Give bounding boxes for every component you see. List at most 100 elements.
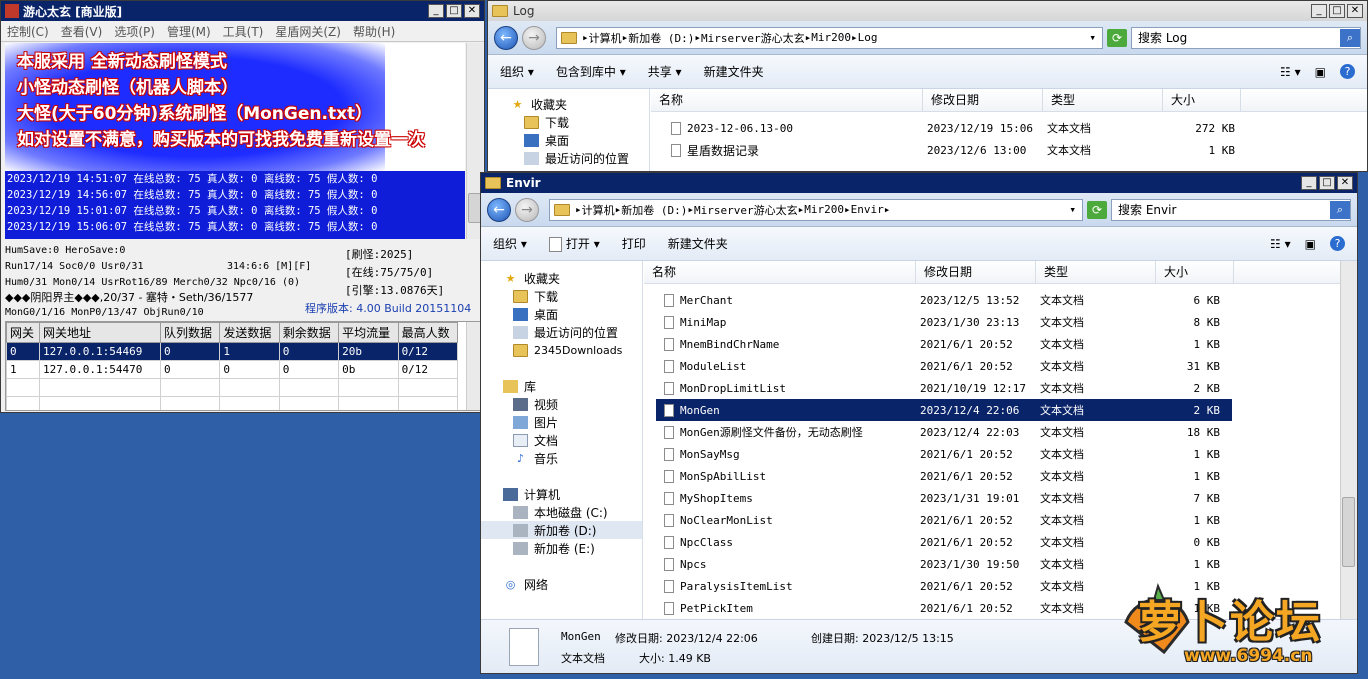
list-item[interactable]: MnemBindChrName 2021/6/1 20:52 文本文档 1 KB	[656, 333, 1232, 355]
organize-button[interactable]: 组织 ▾	[500, 63, 534, 80]
breadcrumb-item[interactable]: 计算机	[582, 202, 615, 218]
table-row[interactable]: 0 127.0.0.1:54469 0 1 0 20b 0/12	[6, 342, 459, 361]
help-icon[interactable]: ?	[1340, 64, 1355, 79]
menu-gateway[interactable]: 星盾网关(Z)	[269, 23, 347, 40]
open-button[interactable]: 打开 ▾	[548, 235, 600, 252]
nav-documents[interactable]: 文档	[481, 431, 642, 449]
menu-view[interactable]: 查看(V)	[55, 23, 109, 40]
list-item[interactable]: 星盾数据记录 2023/12/6 13:00 文本文档 1 KB	[651, 139, 1367, 161]
col-remain[interactable]: 剩余数据	[278, 322, 340, 343]
col-type[interactable]: 类型	[1043, 89, 1163, 111]
list-item[interactable]: MonSayMsg 2021/6/1 20:52 文本文档 1 KB	[656, 443, 1232, 465]
nav-videos[interactable]: 视频	[481, 395, 642, 413]
maximize-icon[interactable]: □	[1329, 4, 1345, 18]
back-icon[interactable]: ←	[487, 197, 511, 222]
minimize-icon[interactable]: _	[1301, 176, 1317, 190]
list-item[interactable]: ModuleList 2021/6/1 20:52 文本文档 31 KB	[656, 355, 1232, 377]
list-item[interactable]: MerChant 2023/12/5 13:52 文本文档 6 KB	[656, 289, 1232, 311]
table-row[interactable]	[6, 378, 459, 397]
new-folder-button[interactable]: 新建文件夹	[704, 63, 764, 80]
nav-downloads[interactable]: 下载	[481, 287, 642, 305]
list-item[interactable]: NpcClass 2021/6/1 20:52 文本文档 0 KB	[656, 531, 1232, 553]
preview-pane-icon[interactable]: ▣	[1315, 65, 1326, 79]
view-options-icon[interactable]: ☷ ▾	[1280, 65, 1301, 79]
list-item[interactable]: MonGen 2023/12/4 22:06 文本文档 2 KB	[656, 399, 1232, 421]
maximize-icon[interactable]: □	[1319, 176, 1335, 190]
log-titlebar[interactable]: Log _ □ ✕	[488, 1, 1367, 21]
nav-pictures[interactable]: 图片	[481, 413, 642, 431]
menu-manage[interactable]: 管理(M)	[161, 23, 217, 40]
col-sent[interactable]: 发送数据	[219, 322, 280, 343]
list-item[interactable]: NoClearMonList 2021/6/1 20:52 文本文档 1 KB	[656, 509, 1232, 531]
nav-computer[interactable]: 计算机	[481, 485, 642, 503]
col-gateway[interactable]: 网关	[6, 322, 40, 343]
menu-help[interactable]: 帮助(H)	[347, 23, 401, 40]
menu-options[interactable]: 选项(P)	[108, 23, 161, 40]
envir-address-bar[interactable]: ▸ 计算机 ▸ 新加卷 (D:) ▸ Mirserver游心太玄 ▸ Mir20…	[549, 198, 1083, 221]
nav-network[interactable]: ◎ 网络	[481, 575, 642, 593]
nav-desktop[interactable]: 桌面	[510, 131, 649, 149]
log-address-bar[interactable]: ▸ 计算机 ▸ 新加卷 (D:) ▸ Mirserver游心太玄 ▸ Mir20…	[556, 26, 1103, 49]
preview-pane-icon[interactable]: ▣	[1305, 237, 1316, 251]
table-scrollbar[interactable]	[466, 322, 480, 410]
col-max[interactable]: 最高人数	[397, 322, 459, 343]
nav-favorites[interactable]: ★ 收藏夹	[481, 269, 642, 287]
list-item[interactable]: 2023-12-06.13-00 2023/12/19 15:06 文本文档 2…	[651, 117, 1367, 139]
minimize-icon[interactable]: _	[1311, 4, 1327, 18]
breadcrumb-item[interactable]: Mir200	[811, 31, 851, 44]
list-item[interactable]: Npcs 2023/1/30 19:50 文本文档 1 KB	[656, 553, 1232, 575]
include-library-button[interactable]: 包含到库中 ▾	[556, 63, 626, 80]
nav-downloads[interactable]: 下载	[510, 113, 649, 131]
forward-icon[interactable]: →	[515, 197, 539, 222]
envir-titlebar[interactable]: Envir _ □ ✕	[481, 173, 1357, 193]
server-titlebar[interactable]: 游心太玄 [商业版] _ □ ✕	[1, 1, 484, 21]
close-icon[interactable]: ✕	[464, 4, 480, 18]
share-button[interactable]: 共享 ▾	[648, 63, 682, 80]
nav-recent[interactable]: 最近访问的位置	[481, 323, 642, 341]
menu-tools[interactable]: 工具(T)	[217, 23, 270, 40]
breadcrumb-item[interactable]: Mirserver游心太玄	[694, 202, 798, 218]
col-size[interactable]: 大小	[1163, 89, 1241, 111]
chevron-down-icon[interactable]: ▾	[1089, 31, 1096, 44]
list-item[interactable]: MyShopItems 2023/1/31 19:01 文本文档 7 KB	[656, 487, 1232, 509]
nav-library[interactable]: 库	[481, 377, 642, 395]
print-button[interactable]: 打印	[622, 235, 646, 252]
envir-search-input[interactable]: 搜索 Envir ⌕	[1111, 198, 1351, 221]
list-item[interactable]: MiniMap 2023/1/30 23:13 文本文档 8 KB	[656, 311, 1232, 333]
envir-scrollbar[interactable]	[1340, 261, 1357, 619]
list-item[interactable]: MonGen源刷怪文件备份，无动态刷怪 2023/12/4 22:03 文本文档 18…	[656, 421, 1232, 443]
list-item[interactable]: MonDropLimitList 2021/10/19 12:17 文本文档 2 KB	[656, 377, 1232, 399]
refresh-icon[interactable]: ⟳	[1107, 28, 1127, 47]
search-icon[interactable]: ⌕	[1340, 28, 1360, 47]
table-row[interactable]: 1 127.0.0.1:54470 0 0 0 0b 0/12	[6, 360, 459, 379]
nav-drive-c[interactable]: 本地磁盘 (C:)	[481, 503, 642, 521]
list-item[interactable]: MonSpAbilList 2021/6/1 20:52 文本文档 1 KB	[656, 465, 1232, 487]
table-row[interactable]	[6, 396, 459, 410]
nav-music[interactable]: ♪ 音乐	[481, 449, 642, 467]
col-size[interactable]: 大小	[1156, 261, 1234, 283]
chevron-down-icon[interactable]: ▾	[1069, 203, 1076, 216]
breadcrumb-item[interactable]: Mir200	[804, 203, 844, 216]
view-options-icon[interactable]: ☷ ▾	[1270, 237, 1291, 251]
search-icon[interactable]: ⌕	[1330, 200, 1350, 219]
envir-scroll-thumb[interactable]	[1342, 497, 1355, 567]
col-avg[interactable]: 平均流量	[338, 322, 399, 343]
nav-drive-e[interactable]: 新加卷 (E:)	[481, 539, 642, 557]
menu-control[interactable]: 控制(C)	[1, 23, 55, 40]
breadcrumb-item[interactable]: 计算机	[589, 30, 622, 46]
col-name[interactable]: 名称	[644, 261, 916, 283]
minimize-icon[interactable]: _	[428, 4, 444, 18]
back-icon[interactable]: ←	[494, 25, 518, 50]
col-date[interactable]: 修改日期	[923, 89, 1043, 111]
col-name[interactable]: 名称	[651, 89, 923, 111]
breadcrumb-item[interactable]: Log	[858, 31, 878, 44]
close-icon[interactable]: ✕	[1337, 176, 1353, 190]
breadcrumb-item[interactable]: 新加卷 (D:)	[628, 30, 694, 46]
col-queue[interactable]: 队列数据	[159, 322, 221, 343]
col-type[interactable]: 类型	[1036, 261, 1156, 283]
breadcrumb-item[interactable]: 新加卷 (D:)	[621, 202, 687, 218]
organize-button[interactable]: 组织 ▾	[493, 235, 527, 252]
nav-recent[interactable]: 最近访问的位置	[510, 149, 649, 167]
breadcrumb-item[interactable]: Envir	[851, 203, 884, 216]
nav-2345downloads[interactable]: 2345Downloads	[481, 341, 642, 359]
